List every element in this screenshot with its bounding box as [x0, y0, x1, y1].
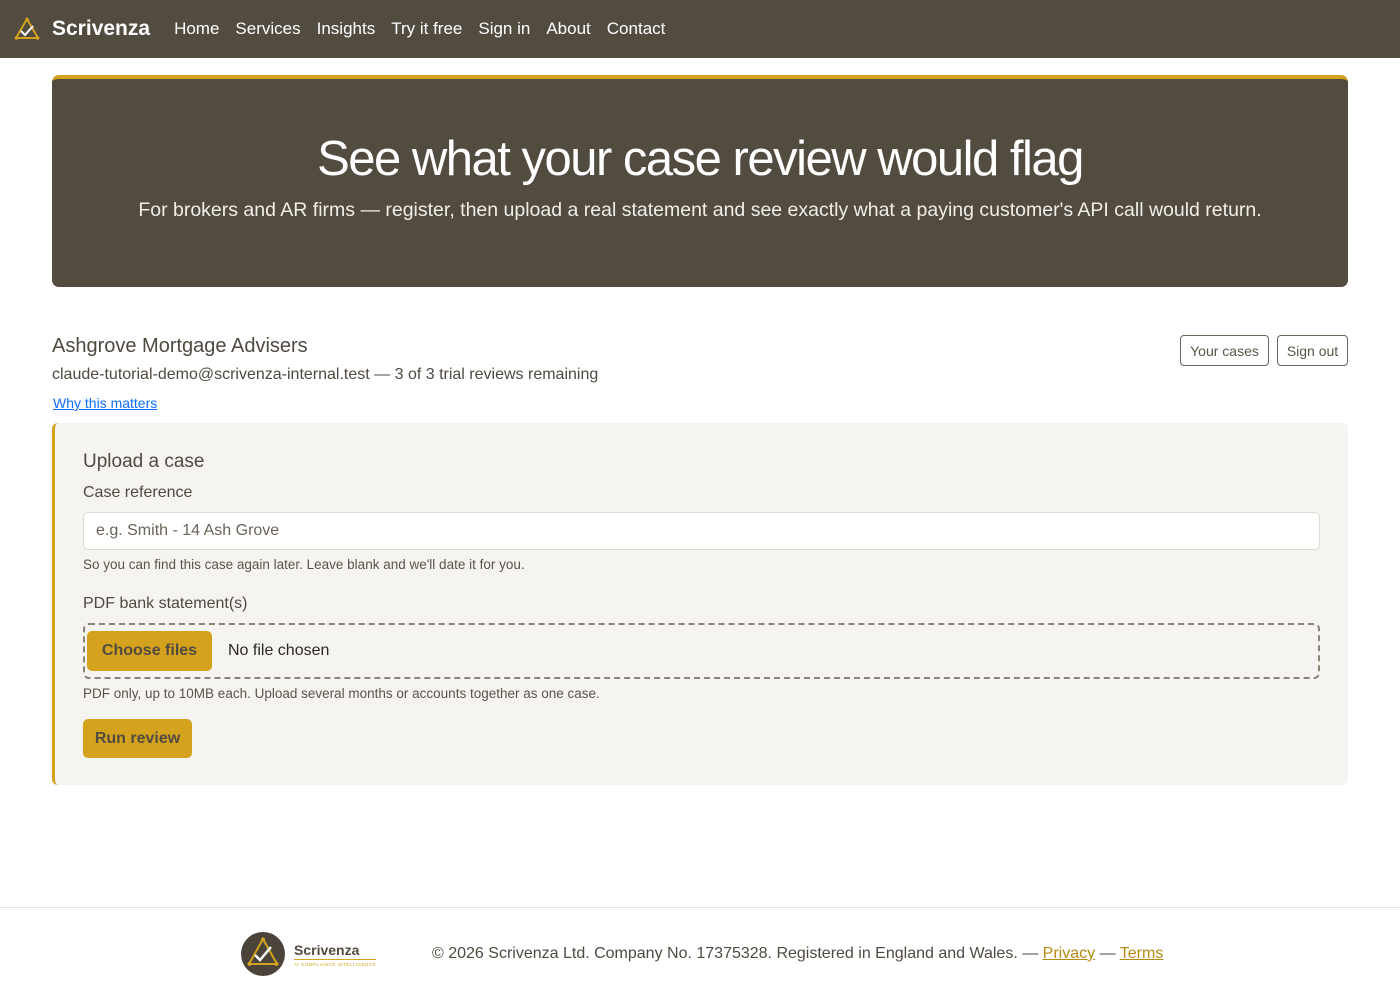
footer-logo: Scrivenza AI COMPLIANCE INTELLIGENCE: [240, 931, 377, 977]
scrivenza-logo-icon: [14, 17, 40, 40]
top-navbar: Scrivenza Home Services Insights Try it …: [0, 0, 1400, 58]
footer-copyright: © 2026 Scrivenza Ltd. Company No. 173753…: [432, 945, 1043, 962]
why-this-matters-link[interactable]: Why this matters: [53, 395, 157, 411]
hero-banner: See what your case review would flag For…: [52, 75, 1348, 287]
upload-card-title: Upload a case: [83, 451, 205, 472]
run-review-button[interactable]: Run review: [83, 719, 192, 758]
case-reference-help: So you can find this case again later. L…: [83, 557, 525, 572]
privacy-link[interactable]: Privacy: [1043, 945, 1095, 962]
case-reference-input[interactable]: [83, 512, 1320, 550]
brand-name: Scrivenza: [52, 17, 151, 40]
footer-logo-icon: [241, 932, 285, 976]
pdf-help-text: PDF only, up to 10MB each. Upload severa…: [83, 686, 600, 701]
footer-logo-tagline: AI COMPLIANCE INTELLIGENCE: [294, 961, 377, 967]
your-cases-button[interactable]: Your cases: [1180, 335, 1269, 366]
account-name: Ashgrove Mortgage Advisers: [52, 335, 308, 357]
sign-out-button[interactable]: Sign out: [1277, 335, 1348, 366]
nav-sign-in[interactable]: Sign in: [478, 19, 530, 39]
pdf-statements-label: PDF bank statement(s): [83, 595, 248, 612]
hero-title: See what your case review would flag: [317, 132, 1084, 186]
choose-files-button[interactable]: Choose files: [87, 631, 212, 671]
case-reference-label: Case reference: [83, 484, 193, 501]
footer-wordmark: Scrivenza AI COMPLIANCE INTELLIGENCE: [294, 942, 377, 967]
nav-try-it-free[interactable]: Try it free: [391, 19, 462, 39]
nav-home[interactable]: Home: [174, 19, 219, 39]
nav-services[interactable]: Services: [235, 19, 300, 39]
nav-about[interactable]: About: [546, 19, 590, 39]
terms-link[interactable]: Terms: [1120, 945, 1164, 962]
footer-logo-name: Scrivenza: [294, 942, 377, 960]
brand-logo[interactable]: Scrivenza: [14, 17, 150, 41]
footer-legal: © 2026 Scrivenza Ltd. Company No. 173753…: [432, 945, 1163, 963]
nav-contact[interactable]: Contact: [607, 19, 666, 39]
hero-subtitle: For brokers and AR firms — register, the…: [138, 199, 1262, 221]
upload-case-card: Upload a case Case reference So you can …: [52, 423, 1348, 785]
account-info: claude-tutorial-demo@scrivenza-internal.…: [52, 366, 599, 383]
page-footer: Scrivenza AI COMPLIANCE INTELLIGENCE © 2…: [0, 907, 1400, 1000]
nav-insights[interactable]: Insights: [317, 19, 376, 39]
no-file-chosen-text: No file chosen: [228, 642, 330, 659]
footer-separator: —: [1095, 945, 1120, 962]
file-dropzone[interactable]: Choose files No file chosen: [83, 623, 1320, 679]
